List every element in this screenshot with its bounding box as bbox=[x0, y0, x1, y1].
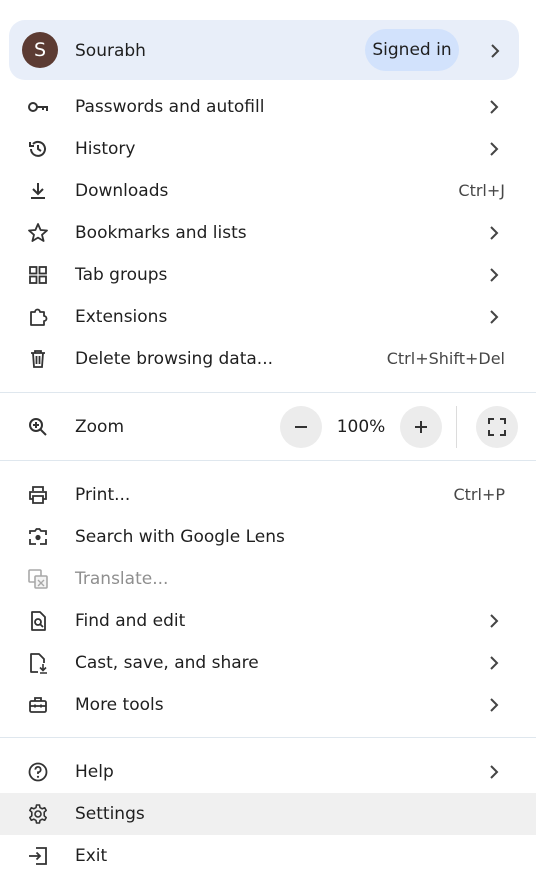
history-icon bbox=[27, 138, 49, 160]
lens-icon bbox=[27, 526, 49, 548]
menu-item-label: History bbox=[75, 139, 136, 159]
tab-groups-icon bbox=[27, 264, 49, 286]
chevron-right-icon bbox=[488, 42, 502, 60]
avatar: S bbox=[22, 32, 58, 68]
cast-save-icon bbox=[27, 652, 49, 674]
menu-item-label: Delete browsing data... bbox=[75, 349, 274, 369]
chevron-right-icon bbox=[487, 612, 501, 630]
menu-item-history[interactable]: History bbox=[0, 128, 536, 170]
zoom-in-button[interactable] bbox=[400, 406, 442, 448]
menu-item-label: Tab groups bbox=[75, 265, 168, 285]
zoom-separator bbox=[456, 406, 457, 448]
menu-item-label: Extensions bbox=[75, 307, 168, 327]
shortcut-label: Ctrl+P bbox=[453, 485, 505, 504]
menu-item-label: Downloads bbox=[75, 181, 169, 201]
chevron-right-icon bbox=[487, 308, 501, 326]
star-icon bbox=[27, 222, 49, 244]
menu-item-print[interactable]: Print... Ctrl+P bbox=[0, 474, 536, 516]
menu-item-translate[interactable]: Translate... bbox=[0, 558, 536, 600]
menu-item-label: Print... bbox=[75, 485, 131, 505]
printer-icon bbox=[27, 484, 49, 506]
divider bbox=[0, 460, 536, 461]
menu-item-label: Help bbox=[75, 762, 114, 782]
menu-item-label: Translate... bbox=[75, 569, 169, 589]
divider bbox=[0, 392, 536, 393]
menu-item-tab-groups[interactable]: Tab groups bbox=[0, 254, 536, 296]
menu-item-settings[interactable]: Settings bbox=[0, 793, 536, 835]
zoom-out-button[interactable] bbox=[280, 406, 322, 448]
profile-name: Sourabh bbox=[75, 41, 146, 61]
menu-item-label: More tools bbox=[75, 695, 164, 715]
shortcut-label: Ctrl+Shift+Del bbox=[386, 349, 505, 368]
menu-item-help[interactable]: Help bbox=[0, 751, 536, 793]
chevron-right-icon bbox=[487, 763, 501, 781]
menu-item-label: Settings bbox=[75, 804, 145, 824]
gear-icon bbox=[27, 803, 49, 825]
chevron-right-icon bbox=[487, 224, 501, 242]
chevron-right-icon bbox=[487, 140, 501, 158]
signed-in-badge: Signed in bbox=[365, 29, 459, 71]
toolbox-icon bbox=[27, 694, 49, 716]
extension-puzzle-icon bbox=[27, 306, 49, 328]
zoom-level: 100% bbox=[336, 417, 386, 437]
shortcut-label: Ctrl+J bbox=[458, 181, 505, 200]
menu-item-more-tools[interactable]: More tools bbox=[0, 684, 536, 726]
menu-item-label: Cast, save, and share bbox=[75, 653, 259, 673]
zoom-icon bbox=[27, 416, 49, 438]
chevron-right-icon bbox=[487, 98, 501, 116]
menu-item-label: Bookmarks and lists bbox=[75, 223, 247, 243]
translate-icon bbox=[27, 568, 49, 590]
menu-item-label: Passwords and autofill bbox=[75, 97, 265, 117]
find-page-icon bbox=[27, 610, 49, 632]
divider bbox=[0, 737, 536, 738]
menu-item-label: Exit bbox=[75, 846, 108, 866]
exit-icon bbox=[27, 845, 49, 867]
chevron-right-icon bbox=[487, 696, 501, 714]
key-icon bbox=[27, 96, 49, 118]
chevron-right-icon bbox=[487, 654, 501, 672]
trash-icon bbox=[27, 348, 49, 370]
menu-item-cast-save-share[interactable]: Cast, save, and share bbox=[0, 642, 536, 684]
menu-item-label: Find and edit bbox=[75, 611, 186, 631]
download-icon bbox=[27, 180, 49, 202]
help-icon bbox=[27, 761, 49, 783]
zoom-label: Zoom bbox=[75, 417, 125, 437]
menu-item-label: Search with Google Lens bbox=[75, 527, 285, 547]
fullscreen-button[interactable] bbox=[476, 406, 518, 448]
menu-item-delete-browsing-data[interactable]: Delete browsing data... Ctrl+Shift+Del bbox=[0, 338, 536, 380]
profile-row[interactable]: S Sourabh Signed in bbox=[9, 20, 519, 80]
menu-item-google-lens[interactable]: Search with Google Lens bbox=[0, 516, 536, 558]
menu-item-passwords[interactable]: Passwords and autofill bbox=[0, 86, 536, 128]
browser-menu: S Sourabh Signed in Passwords and autofi… bbox=[0, 0, 536, 888]
menu-item-exit[interactable]: Exit bbox=[0, 835, 536, 877]
menu-item-extensions[interactable]: Extensions bbox=[0, 296, 536, 338]
menu-item-find-and-edit[interactable]: Find and edit bbox=[0, 600, 536, 642]
menu-item-downloads[interactable]: Downloads Ctrl+J bbox=[0, 170, 536, 212]
chevron-right-icon bbox=[487, 266, 501, 284]
menu-item-bookmarks[interactable]: Bookmarks and lists bbox=[0, 212, 536, 254]
